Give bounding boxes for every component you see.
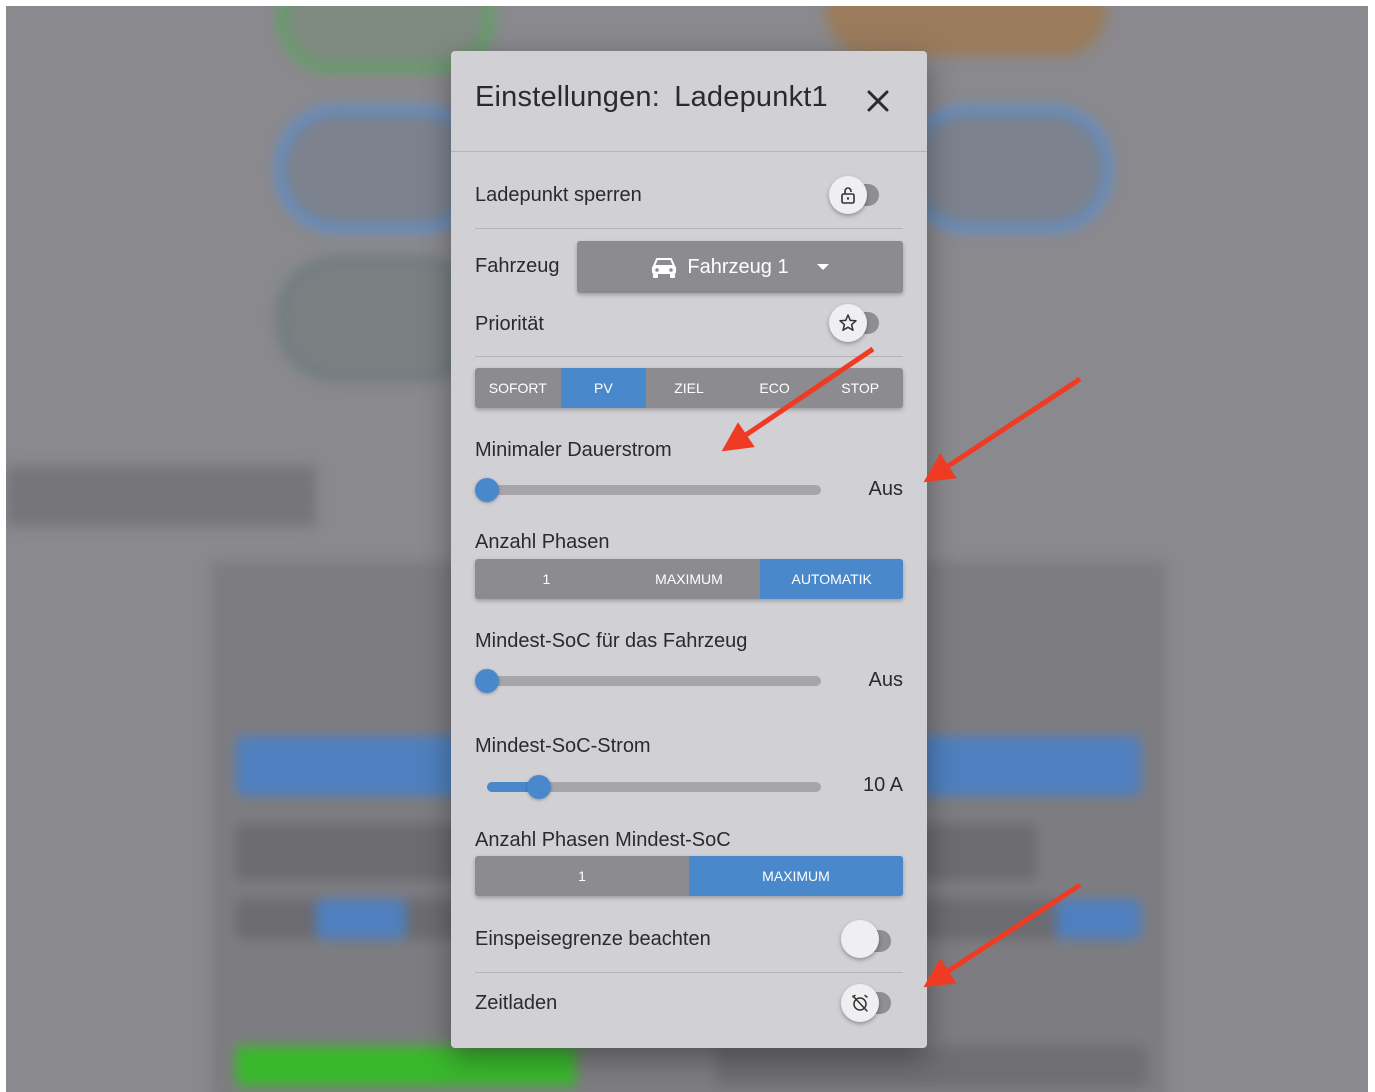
min-soc-slider[interactable]	[475, 668, 821, 694]
mode-stop-button[interactable]: STOP	[817, 368, 903, 408]
lock-open-icon	[841, 187, 855, 204]
min-soc-current-value: 10 A	[862, 774, 903, 796]
min-soc-phases-group: 1 MAXIMUM	[475, 856, 903, 896]
alarm-off-icon	[852, 994, 868, 1012]
phases-1-button[interactable]: 1	[475, 559, 618, 599]
settings-dialog: Einstellungen: Ladepunkt1 Ladepunkt sper…	[451, 51, 927, 1048]
mode-eco-button[interactable]: ECO	[732, 368, 818, 408]
feed-limit-toggle[interactable]	[841, 920, 905, 960]
car-icon	[652, 258, 677, 278]
star-icon	[839, 314, 857, 332]
toggle-knob	[829, 304, 867, 342]
timed-charging-toggle[interactable]	[841, 984, 905, 1022]
mode-ziel-button[interactable]: ZIEL	[646, 368, 732, 408]
min-soc-current-label: Mindest-SoC-Strom	[475, 735, 651, 757]
feed-limit-label: Einspeisegrenze beachten	[475, 928, 711, 950]
dialog-title: Einstellungen: Ladepunkt1	[475, 81, 828, 114]
mode-sofort-button[interactable]: SOFORT	[475, 368, 561, 408]
slider-thumb[interactable]	[527, 775, 551, 799]
phases-group: 1 MAXIMUM AUTOMATIK	[475, 559, 903, 599]
divider	[475, 356, 903, 357]
charge-mode-group: SOFORT PV ZIEL ECO STOP	[475, 368, 903, 408]
toggle-knob	[841, 984, 879, 1022]
vehicle-select-value: Fahrzeug 1	[687, 255, 789, 278]
divider	[475, 972, 903, 973]
min-soc-label: Mindest-SoC für das Fahrzeug	[475, 630, 748, 652]
slider-thumb[interactable]	[475, 669, 499, 693]
phases-maximum-button[interactable]: MAXIMUM	[618, 559, 761, 599]
dialog-title-name: Ladepunkt1	[674, 81, 828, 113]
min-soc-phases-label: Anzahl Phasen Mindest-SoC	[475, 829, 731, 851]
dialog-title-prefix: Einstellungen:	[475, 81, 660, 113]
phases-automatik-button[interactable]: AUTOMATIK	[760, 559, 903, 599]
slider-thumb[interactable]	[475, 478, 499, 502]
min-current-label: Minimaler Dauerstrom	[475, 439, 672, 461]
min-soc-phases-1-button[interactable]: 1	[475, 856, 689, 896]
chevron-down-icon	[816, 264, 829, 270]
phases-label: Anzahl Phasen	[475, 531, 610, 553]
toggle-knob	[829, 176, 867, 214]
lock-toggle[interactable]	[829, 176, 893, 214]
bg-progress-track	[716, 1046, 1146, 1086]
min-soc-phases-maximum-button[interactable]: MAXIMUM	[689, 856, 903, 896]
bg-energy-bubble	[826, 6, 1106, 56]
min-current-value: Aus	[868, 478, 903, 500]
divider	[475, 228, 903, 229]
slider-rail	[487, 676, 821, 686]
dialog-header: Einstellungen: Ladepunkt1	[451, 51, 927, 152]
bg-mode-active	[1056, 899, 1141, 939]
close-icon	[867, 90, 889, 112]
bg-progress-fill	[236, 1046, 576, 1086]
bg-mode-active	[316, 899, 406, 939]
min-soc-current-slider[interactable]	[475, 774, 821, 800]
bg-energy-bubble	[906, 106, 1112, 232]
min-soc-value: Aus	[868, 669, 903, 691]
close-button[interactable]	[861, 84, 895, 118]
vehicle-select[interactable]: Fahrzeug 1	[577, 241, 903, 293]
toggle-knob	[841, 920, 879, 958]
mode-pv-button[interactable]: PV	[560, 368, 647, 408]
bg-tab-bar	[6, 466, 316, 526]
timed-charging-label: Zeitladen	[475, 992, 558, 1014]
priority-toggle[interactable]	[829, 304, 893, 342]
min-current-slider[interactable]	[475, 477, 821, 503]
slider-rail	[487, 485, 821, 495]
